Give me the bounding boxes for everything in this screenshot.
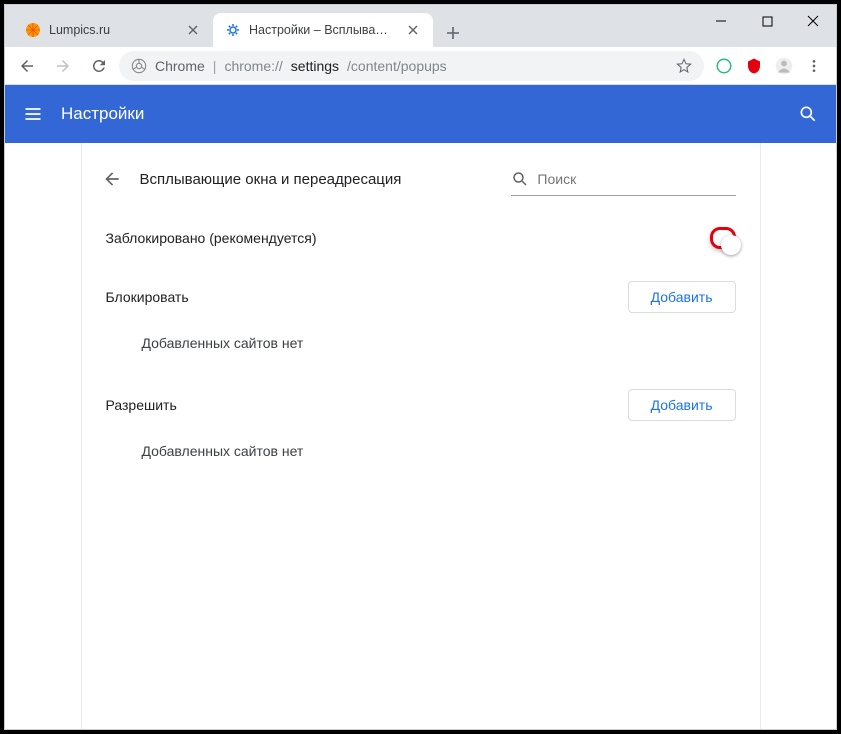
page-title: Всплывающие окна и переадресация (140, 171, 402, 188)
blocked-label: Заблокировано (рекомендуется) (106, 230, 317, 246)
favicon-lumpics (25, 22, 41, 38)
tab-title: Настройки – Всплывающие окн (249, 23, 397, 37)
minimize-button[interactable] (698, 5, 744, 37)
annotation-highlight (710, 227, 736, 249)
toolbar: Chrome | chrome:// settings/content/popup… (5, 47, 836, 85)
star-icon[interactable] (676, 58, 692, 74)
url-rest: /content/popups (347, 58, 447, 74)
back-arrow-button[interactable] (94, 161, 130, 197)
url-scheme-label: Chrome (155, 58, 205, 74)
block-empty-text: Добавленных сайтов нет (82, 321, 760, 375)
add-allow-button[interactable]: Добавить (628, 389, 736, 421)
window-controls (698, 5, 836, 37)
reload-button[interactable] (83, 50, 115, 82)
settings-scroll[interactable]: Всплывающие окна и переадресация Заблоки… (5, 143, 836, 729)
settings-header-title: Настройки (61, 104, 780, 124)
extension-icon-1[interactable] (712, 54, 736, 78)
toggle-knob (721, 235, 741, 255)
url-highlight: settings (291, 58, 339, 74)
block-section-header: Блокировать Добавить (82, 267, 760, 321)
favicon-settings (225, 22, 241, 38)
close-icon[interactable] (405, 22, 421, 38)
card-header: Всплывающие окна и переадресация (82, 143, 760, 209)
tabstrip: Lumpics.ru Настройки – Всплывающие окн (5, 5, 698, 47)
forward-button[interactable] (47, 50, 79, 82)
allow-empty-text: Добавленных сайтов нет (82, 429, 760, 483)
allow-section-header: Разрешить Добавить (82, 375, 760, 429)
search-icon[interactable] (798, 104, 818, 124)
hamburger-icon[interactable] (23, 104, 43, 124)
search-input[interactable] (537, 171, 735, 187)
tab-lumpics[interactable]: Lumpics.ru (13, 13, 213, 47)
search-icon (511, 170, 529, 188)
url-prefix: chrome:// (224, 58, 282, 74)
browser-window: Lumpics.ru Настройки – Всплывающие окн (4, 4, 837, 730)
block-section-label: Блокировать (106, 289, 189, 305)
tab-settings[interactable]: Настройки – Всплывающие окн (213, 13, 433, 47)
allow-section-label: Разрешить (106, 397, 177, 413)
add-block-button[interactable]: Добавить (628, 281, 736, 313)
viewport: Настройки Всплывающие окна и переадресац… (5, 85, 836, 729)
close-icon[interactable] (185, 22, 201, 38)
close-window-button[interactable] (790, 5, 836, 37)
blocked-toggle-row: Заблокировано (рекомендуется) (82, 209, 760, 267)
inline-search[interactable] (511, 162, 735, 196)
menu-button[interactable] (802, 54, 826, 78)
url-separator: | (213, 58, 217, 74)
omnibox[interactable]: Chrome | chrome:// settings/content/popup… (119, 51, 704, 81)
settings-header: Настройки (5, 85, 836, 143)
extension-icon-2[interactable] (742, 54, 766, 78)
maximize-button[interactable] (744, 5, 790, 37)
titlebar: Lumpics.ru Настройки – Всплывающие окн (5, 5, 836, 47)
extension-icons (708, 54, 830, 78)
new-tab-button[interactable] (439, 19, 467, 47)
back-button[interactable] (11, 50, 43, 82)
profile-avatar[interactable] (772, 54, 796, 78)
settings-card: Всплывающие окна и переадресация Заблоки… (81, 143, 761, 729)
chrome-icon (131, 58, 147, 74)
tab-title: Lumpics.ru (49, 23, 177, 37)
